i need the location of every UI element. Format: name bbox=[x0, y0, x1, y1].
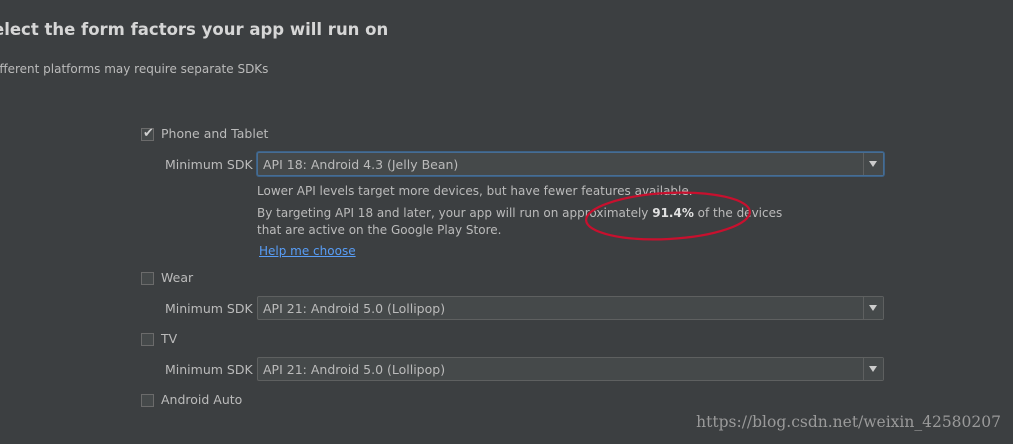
page-title: elect the form factors your app will run… bbox=[0, 20, 389, 39]
phone-min-sdk-dropdown[interactable]: API 18: Android 4.3 (Jelly Bean) bbox=[257, 152, 884, 176]
phone-min-sdk-value: API 18: Android 4.3 (Jelly Bean) bbox=[263, 157, 459, 172]
wear-min-sdk-value: API 21: Android 5.0 (Lollipop) bbox=[263, 301, 446, 316]
tv-min-sdk-label: Minimum SDK bbox=[165, 362, 253, 377]
watermark-text: https://blog.csdn.net/weixin_42580207 bbox=[696, 413, 1001, 431]
tv-checkbox[interactable] bbox=[141, 333, 154, 346]
wear-min-sdk-dropdown[interactable]: API 21: Android 5.0 (Lollipop) bbox=[257, 296, 884, 320]
chevron-down-icon bbox=[869, 161, 877, 167]
android-auto-label[interactable]: Android Auto bbox=[161, 392, 242, 407]
dropdown-button[interactable] bbox=[863, 153, 883, 175]
tv-label[interactable]: TV bbox=[161, 331, 177, 346]
chevron-down-icon bbox=[869, 305, 877, 311]
phone-min-sdk-label: Minimum SDK bbox=[165, 157, 253, 172]
api-info-line-3: that are active on the Google Play Store… bbox=[257, 223, 502, 237]
red-ellipse-annotation bbox=[585, 191, 751, 241]
dropdown-button[interactable] bbox=[863, 358, 883, 380]
android-auto-checkbox[interactable] bbox=[141, 394, 154, 407]
tv-min-sdk-dropdown[interactable]: API 21: Android 5.0 (Lollipop) bbox=[257, 357, 884, 381]
wear-label[interactable]: Wear bbox=[161, 270, 193, 285]
wear-min-sdk-label: Minimum SDK bbox=[165, 301, 253, 316]
phone-tablet-label[interactable]: Phone and Tablet bbox=[161, 126, 268, 141]
checkmark-icon: ✔ bbox=[143, 126, 154, 141]
help-me-choose-link[interactable]: Help me choose bbox=[259, 244, 356, 258]
page-subtitle: ifferent platforms may require separate … bbox=[0, 62, 269, 76]
wear-checkbox[interactable] bbox=[141, 272, 154, 285]
dropdown-button[interactable] bbox=[863, 297, 883, 319]
tv-min-sdk-value: API 21: Android 5.0 (Lollipop) bbox=[263, 362, 446, 377]
phone-tablet-checkbox[interactable]: ✔ bbox=[141, 126, 154, 141]
chevron-down-icon bbox=[869, 366, 877, 372]
